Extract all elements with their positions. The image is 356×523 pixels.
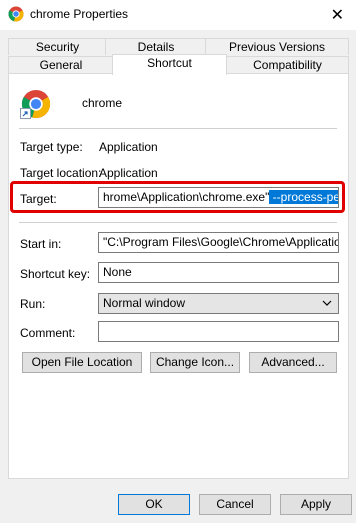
divider [19,222,337,223]
annotation-highlight-box [10,181,345,213]
target-location-label: Target location: [20,166,102,180]
tab-security[interactable]: Security [8,38,107,55]
target-location-value: Application [99,166,158,180]
comment-input[interactable] [98,321,339,342]
apply-button[interactable]: Apply [280,494,352,515]
tab-details[interactable]: Details [105,38,207,55]
window-title: chrome Properties [30,7,129,21]
start-in-input[interactable]: "C:\Program Files\Google\Chrome\Applicat… [98,232,339,253]
tab-shortcut[interactable]: Shortcut [112,54,227,75]
shortcut-key-input[interactable]: None [98,262,339,283]
chrome-icon [8,6,24,22]
tab-general[interactable]: General [8,56,114,73]
app-name: chrome [82,96,123,110]
close-icon[interactable]: ✕ [331,5,344,25]
advanced-button[interactable]: Advanced... [249,352,337,373]
change-icon-button[interactable]: Change Icon... [150,352,240,373]
chevron-down-icon [322,300,332,306]
comment-label: Comment: [20,326,76,340]
title-bar: chrome Properties ✕ [0,0,356,30]
target-type-label: Target type: [20,140,83,154]
start-in-label: Start in: [20,237,62,251]
ok-button[interactable]: OK [118,494,190,515]
target-type-value: Application [99,140,158,154]
run-label: Run: [20,297,46,311]
tab-previous-versions[interactable]: Previous Versions [205,38,349,55]
shortcut-key-label: Shortcut key: [20,267,91,281]
run-selected-value: Normal window [103,296,186,310]
tab-compatibility[interactable]: Compatibility [226,56,349,73]
divider [19,128,337,129]
open-file-location-button[interactable]: Open File Location [22,352,142,373]
run-select[interactable]: Normal window [98,293,339,314]
cancel-button[interactable]: Cancel [199,494,271,515]
shortcut-arrow-icon [20,108,31,119]
